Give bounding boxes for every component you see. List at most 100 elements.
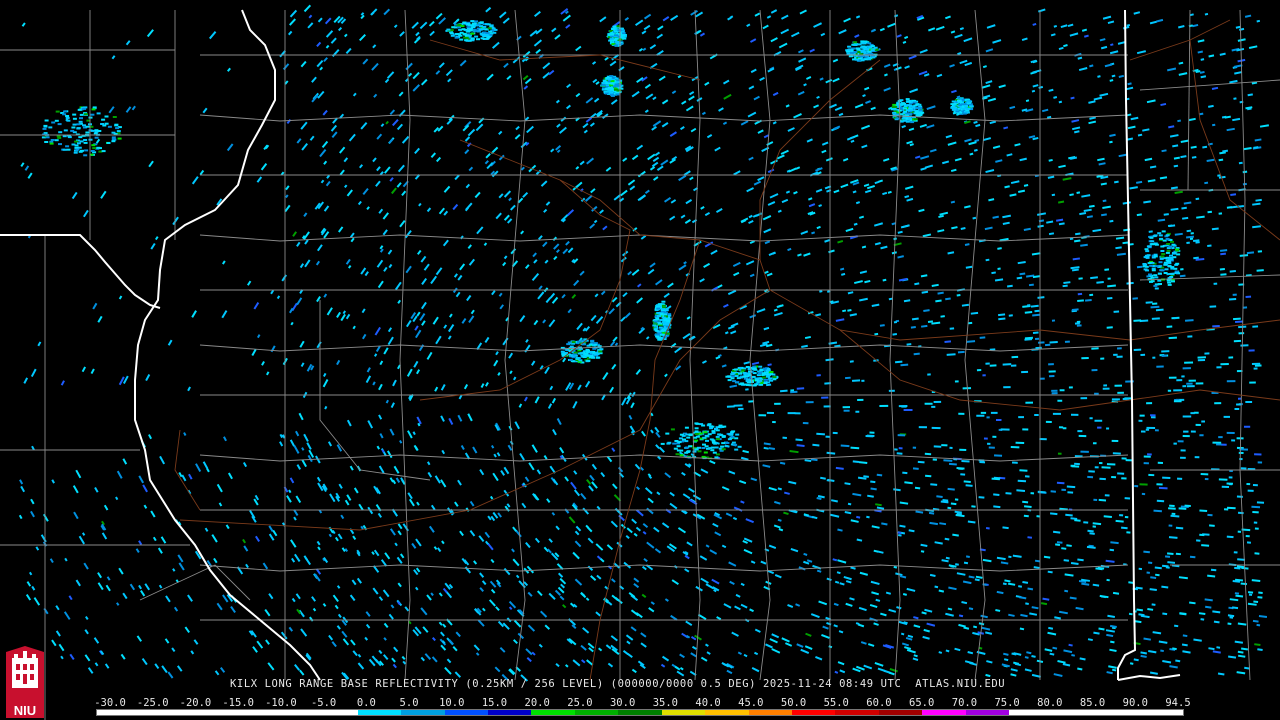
colorscale-segment: [531, 710, 575, 715]
echo-pixel: [1094, 419, 1103, 422]
echo-pixel: [610, 35, 615, 38]
echo-pixel: [908, 117, 912, 120]
echo-pixel: [1161, 354, 1167, 357]
echo-pixel: [766, 369, 771, 372]
echo-pixel: [759, 383, 764, 386]
echo-pixel: [699, 423, 704, 426]
echo-pixel: [1253, 521, 1258, 524]
echo-pixel: [1168, 376, 1177, 379]
echo-pixel: [677, 441, 682, 444]
echo-pixel: [860, 46, 865, 49]
echo-pixel: [1161, 230, 1166, 233]
echo-pixel: [661, 321, 666, 324]
echo-pixel: [1015, 441, 1025, 444]
echo-pixel: [464, 36, 469, 39]
echo-pixel: [1166, 243, 1171, 245]
echo-pixel: [117, 137, 122, 140]
echo-pixel: [721, 448, 726, 451]
echo-pixel: [682, 438, 686, 441]
colorscale-label: 65.0: [909, 697, 935, 709]
echo-pixel: [745, 366, 750, 368]
echo-pixel: [1026, 304, 1031, 307]
echo-pixel: [111, 140, 116, 143]
echo-pixel: [1180, 449, 1186, 452]
echo-pixel: [950, 103, 955, 106]
echo-pixel: [1080, 450, 1089, 453]
echo-pixel: [1100, 357, 1105, 360]
echo-pixel: [1142, 265, 1147, 268]
echo-pixel: [1195, 423, 1201, 426]
echo-pixel: [466, 29, 471, 32]
echo-pixel: [918, 426, 927, 429]
echo-pixel: [1148, 473, 1155, 477]
echo-pixel: [83, 154, 88, 157]
echo-pixel: [1254, 453, 1262, 456]
echo-pixel: [772, 376, 777, 379]
echo-pixel: [1173, 442, 1177, 445]
echo-pixel: [63, 129, 68, 132]
echo-pixel: [1160, 250, 1165, 252]
echo-pixel: [464, 39, 469, 42]
echo-pixel: [614, 37, 619, 40]
echo-pixel: [924, 402, 933, 405]
echo-pixel: [918, 109, 923, 112]
echo-pixel: [1151, 267, 1156, 270]
echo-pixel: [714, 446, 719, 449]
echo-pixel: [1170, 267, 1175, 270]
echo-pixel: [474, 20, 478, 23]
echo-pixel: [568, 358, 573, 361]
echo-pixel: [742, 383, 747, 386]
echo-pixel: [1190, 430, 1196, 433]
product-caption: KILX LONG RANGE BASE REFLECTIVITY (0.25K…: [230, 678, 1006, 690]
echo-pixel: [1080, 397, 1088, 400]
echo-pixel: [1209, 524, 1215, 527]
echo-pixel: [1102, 387, 1110, 390]
echo-pixel: [684, 451, 689, 454]
echo-pixel: [1238, 332, 1245, 335]
echo-pixel: [1187, 385, 1195, 388]
echo-pixel: [1151, 243, 1155, 246]
echo-pixel: [727, 379, 732, 382]
echo-pixel: [75, 148, 80, 151]
colorscale-label: -15.0: [222, 697, 254, 709]
echo-pixel: [1160, 255, 1165, 258]
echo-pixel: [1099, 477, 1106, 481]
colorscale-segment: [487, 710, 532, 715]
colorscale-label: 45.0: [738, 697, 764, 709]
echo-pixel: [474, 35, 479, 38]
echo-pixel: [686, 436, 691, 439]
echo-pixel: [91, 144, 96, 147]
echo-pixel: [1124, 497, 1131, 500]
echo-pixel: [738, 376, 743, 379]
echo-pixel: [825, 435, 830, 438]
echo-pixel: [955, 110, 960, 113]
echo-pixel: [1190, 412, 1195, 415]
echo-pixel: [821, 396, 829, 399]
echo-pixel: [1154, 429, 1159, 432]
echo-pixel: [1252, 484, 1258, 487]
echo-pixel: [857, 43, 862, 46]
echo-pixel: [732, 380, 737, 383]
echo-pixel: [1141, 492, 1146, 496]
echo-pixel: [96, 146, 101, 149]
echo-pixel: [1216, 366, 1222, 369]
echo-pixel: [1218, 436, 1223, 439]
echo-pixel: [1170, 240, 1174, 243]
echo-pixel: [58, 143, 62, 146]
echo-pixel: [90, 150, 95, 152]
echo-pixel: [1139, 414, 1145, 417]
echo-pixel: [769, 379, 774, 382]
echo-pixel: [85, 125, 90, 128]
echo-pixel: [489, 24, 494, 27]
echo-pixel: [932, 458, 937, 461]
echo-pixel: [1218, 212, 1223, 215]
echo-pixel: [1062, 427, 1067, 430]
echo-pixel: [1186, 382, 1193, 385]
echo-pixel: [1223, 508, 1229, 511]
colorscale-label: -25.0: [136, 697, 169, 709]
echo-pixel: [805, 401, 814, 404]
echo-pixel: [1248, 349, 1255, 352]
echo-pixel: [94, 129, 99, 132]
echo-pixel: [758, 414, 767, 417]
echo-pixel: [758, 365, 763, 368]
